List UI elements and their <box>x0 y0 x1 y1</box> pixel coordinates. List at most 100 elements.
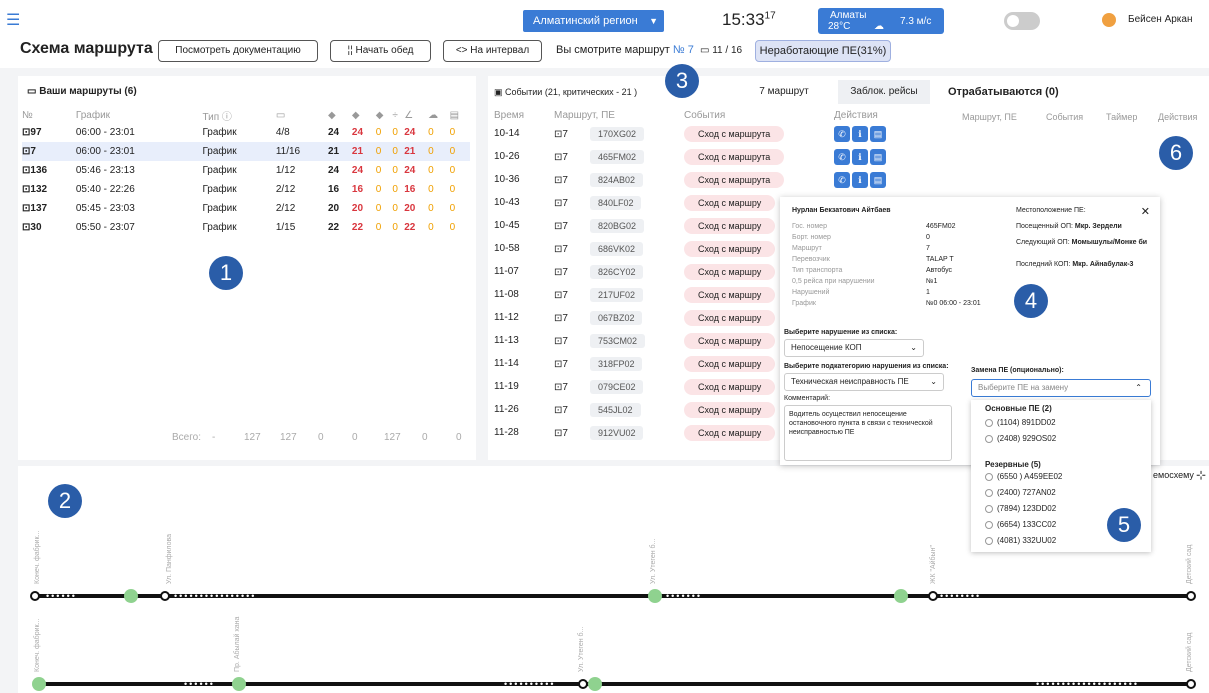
violation-select[interactable]: Непосещение КОП ⌄ <box>784 339 924 357</box>
violation-value: Непосещение КОП <box>791 343 862 352</box>
dropdown-option[interactable]: (4081) 332UU02 <box>985 536 1056 545</box>
stop-node[interactable] <box>928 591 938 601</box>
phone-icon[interactable]: ✆ <box>834 148 850 165</box>
event-badge[interactable]: Сход с маршру <box>684 286 776 303</box>
proc-col-timer: Таймер <box>1106 112 1138 122</box>
event-badge[interactable]: Сход с маршру <box>684 309 776 326</box>
table-row[interactable]: ⊡30 05:50 - 23:07 График 1/15 22 22 0 0 22 0 0 <box>22 218 470 237</box>
user-name[interactable]: Бейсен Аркан <box>1128 14 1192 25</box>
table-row[interactable]: ⊡136 05:46 - 23:13 График 1/12 24 24 0 0 24 0 0 <box>22 161 470 180</box>
event-badge[interactable]: Сход с маршру <box>684 240 776 257</box>
bus-marker[interactable] <box>894 589 908 603</box>
expand-icon[interactable]: ⊹ <box>1196 468 1206 482</box>
event-badge[interactable]: Сход с маршру <box>684 263 776 280</box>
event-badge[interactable]: Сход с маршру <box>684 401 776 418</box>
event-badge[interactable]: Сход с маршру <box>684 378 776 395</box>
bus-marker[interactable] <box>32 677 46 691</box>
report-icon[interactable]: ▤ <box>870 125 886 142</box>
stop-node[interactable] <box>1186 679 1196 689</box>
event-time: 10-36 <box>494 174 520 185</box>
stop-node[interactable] <box>1186 591 1196 601</box>
event-badge[interactable]: Сход с маршру <box>684 355 776 372</box>
info-icon[interactable]: ℹ <box>852 125 868 142</box>
theme-toggle[interactable] <box>1004 12 1040 30</box>
event-time: 10-14 <box>494 128 520 139</box>
docs-button[interactable]: Посмотреть документацию <box>158 40 318 62</box>
bus-marker[interactable] <box>588 677 602 691</box>
event-badge[interactable]: Сход с маршру <box>684 194 776 211</box>
table-row[interactable]: ⊡132 05:40 - 22:26 График 2/12 16 16 0 0 16 0 0 <box>22 180 470 199</box>
subcategory-select[interactable]: Техническая неисправность ПЕ ⌄ <box>784 373 944 391</box>
stop-node[interactable] <box>30 591 40 601</box>
dropdown-option[interactable]: (2408) 929OS02 <box>985 434 1056 443</box>
dropdown-option[interactable]: (1104) 891DD02 <box>985 418 1056 427</box>
close-icon[interactable]: ✕ <box>1141 205 1150 218</box>
report-icon[interactable]: ▤ <box>870 171 886 188</box>
event-badge[interactable]: Сход с маршру <box>684 217 776 234</box>
table-row[interactable]: ⊡97 06:00 - 23:01 График 4/8 24 24 0 0 24 0 0 <box>22 123 470 142</box>
cell: 0 <box>428 142 450 161</box>
table-row[interactable]: 10-14 ⊡7 170XG02 Сход с маршрута ✆ ℹ ▤ <box>494 122 934 145</box>
timeline-link[interactable]: емосхему <box>1153 470 1194 480</box>
table-row[interactable]: ⊡137 05:45 - 23:03 График 2/12 20 20 0 0 20 0 0 <box>22 199 470 218</box>
radio[interactable] <box>985 418 993 427</box>
dropdown-option[interactable]: (6550 ) A459EE02 <box>985 472 1062 481</box>
radio[interactable] <box>985 472 993 481</box>
last-kop: Последний КОП: Мкр. Айнабулак-3 <box>1016 261 1133 268</box>
info-icon[interactable]: ℹ <box>852 148 868 165</box>
radio[interactable] <box>985 434 993 443</box>
cell: График <box>202 184 237 195</box>
event-badge[interactable]: Сход с маршру <box>684 332 776 349</box>
diamond-orange-icon: ◆ <box>375 110 384 121</box>
marker-1: 1 <box>209 256 243 290</box>
reserve-group-title: Резервные (5) <box>985 460 1041 469</box>
tab-blocked-trips[interactable]: Заблок. рейсы <box>838 80 930 104</box>
table-row[interactable]: 10-36 ⊡7 824AB02 Сход с маршрута ✆ ℹ ▤ <box>494 168 934 191</box>
stop-node[interactable] <box>160 591 170 601</box>
progress-dots: •••••• <box>46 594 86 598</box>
bus-marker[interactable] <box>648 589 662 603</box>
event-route: ⊡7 753CM02 <box>554 329 684 352</box>
table-row[interactable]: 10-26 ⊡7 465FM02 Сход с маршрута ✆ ℹ ▤ <box>494 145 934 168</box>
cell: 21 <box>404 142 429 161</box>
total-5: 0 <box>352 432 358 443</box>
cell: 20 <box>328 203 340 214</box>
cell: 20 <box>351 203 364 214</box>
weather-widget[interactable]: Алматы 28°C ☁ 7.3 м/с <box>818 8 944 34</box>
dropdown-option[interactable]: (6654) 133CC02 <box>985 520 1056 529</box>
phone-icon[interactable]: ✆ <box>834 171 850 188</box>
cell: 24 <box>328 127 340 138</box>
event-badge[interactable]: Сход с маршрута <box>684 125 785 142</box>
bus-marker[interactable] <box>232 677 246 691</box>
bus-marker[interactable] <box>124 589 138 603</box>
radio[interactable] <box>985 520 993 529</box>
replace-select[interactable]: Выберите ПЕ на замену ⌃ <box>971 379 1151 397</box>
avatar[interactable] <box>1102 13 1116 27</box>
tab-route-7[interactable]: 7 маршрут <box>736 80 832 104</box>
cell: 0 <box>449 165 456 176</box>
dropdown-option[interactable]: (2400) 727AN02 <box>985 488 1056 497</box>
proc-col-actions: Действия <box>1158 112 1198 122</box>
menu-icon[interactable]: ☰ <box>6 10 20 30</box>
table-row[interactable]: ⊡7 06:00 - 23:01 График 11/16 21 21 0 0 21 0 0 <box>22 142 470 161</box>
cell: 0 <box>392 127 398 138</box>
event-badge[interactable]: Сход с маршру <box>684 424 776 441</box>
info-icon[interactable]: ℹ <box>852 171 868 188</box>
comment-field[interactable]: Водитель осуществил непосещение останово… <box>784 405 952 461</box>
radio[interactable] <box>985 504 993 513</box>
progress-dots: •••••••• <box>940 594 1000 598</box>
region-select[interactable]: Алматинский регион ▼ <box>523 10 664 32</box>
stop-label: Ул. Панфилова <box>166 533 173 584</box>
dropdown-option[interactable]: (7894) 123DD02 <box>985 504 1056 513</box>
nonworking-button[interactable]: Неработающие ПЕ(31%) <box>755 40 891 62</box>
event-badge[interactable]: Сход с маршрута <box>684 171 785 188</box>
report-icon[interactable]: ▤ <box>870 148 886 165</box>
route-num: 7 <box>562 243 568 255</box>
event-badge[interactable]: Сход с маршрута <box>684 148 785 165</box>
radio[interactable] <box>985 536 993 545</box>
lunch-button[interactable]: ¦¦ Начать обед <box>330 40 431 62</box>
radio[interactable] <box>985 488 993 497</box>
interval-button[interactable]: <> На интервал <box>443 40 542 62</box>
phone-icon[interactable]: ✆ <box>834 125 850 142</box>
stop-node[interactable] <box>578 679 588 689</box>
